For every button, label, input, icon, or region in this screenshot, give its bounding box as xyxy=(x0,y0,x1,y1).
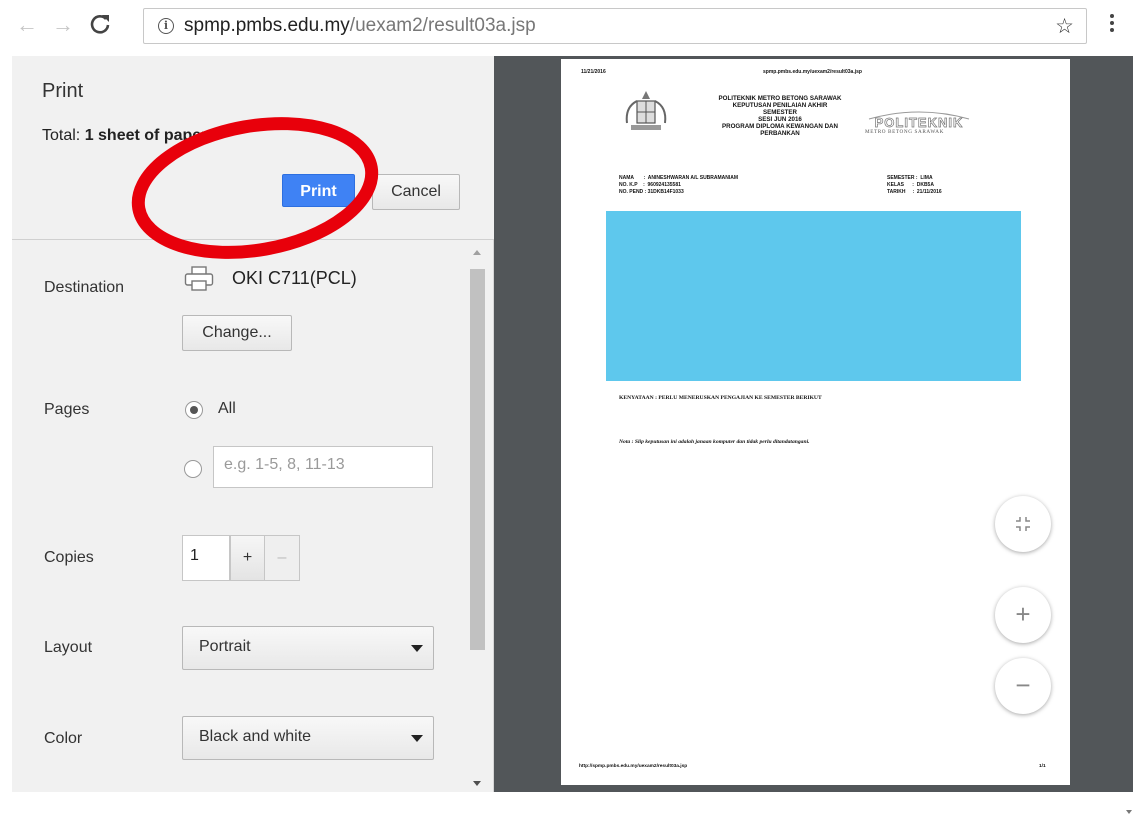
copies-input[interactable]: 1 xyxy=(182,535,230,581)
page-header-url: spmp.pmbs.edu.my/uexam2/result03a.jsp xyxy=(763,69,862,75)
logo-subtext: METRO BETONG SARAWAK xyxy=(865,129,944,135)
student-details-right: SEMESTER : LIMA KELAS : DKB5A TARIKH : 2… xyxy=(887,175,942,195)
scroll-up-arrow-icon[interactable] xyxy=(473,250,481,255)
cancel-button[interactable]: Cancel xyxy=(372,174,460,210)
page-scroll-down-icon[interactable] xyxy=(1126,810,1132,814)
redacted-results-box xyxy=(606,211,1021,381)
copies-increment-button[interactable]: + xyxy=(230,535,265,581)
url-host: spmp.pmbs.edu.my xyxy=(184,15,350,36)
reload-icon[interactable] xyxy=(86,10,114,38)
preview-page: 11/21/2016 spmp.pmbs.edu.my/uexam2/resul… xyxy=(561,59,1070,785)
computer-generated-note: Nota : Slip keputusan ini adalah janaan … xyxy=(619,439,810,445)
bookmark-star-icon[interactable]: ☆ xyxy=(1055,14,1074,39)
destination-label: Destination xyxy=(44,279,125,296)
print-preview-area: 11/21/2016 spmp.pmbs.edu.my/uexam2/resul… xyxy=(494,56,1133,792)
menu-kebab-icon[interactable] xyxy=(1109,14,1115,36)
page-footer-url: http://spmp.pmbs.edu.my/uexam2/result03a… xyxy=(579,764,688,769)
back-arrow-icon[interactable]: ← xyxy=(16,14,38,36)
zoom-in-button[interactable]: + xyxy=(995,587,1051,643)
color-select[interactable]: Black and white xyxy=(182,716,434,760)
color-select-value: Black and white xyxy=(199,728,312,745)
coat-of-arms-icon xyxy=(625,91,667,130)
settings-scrollbar[interactable] xyxy=(467,244,488,792)
sheet-count-value: 1 sheet of paper xyxy=(84,127,208,144)
forward-arrow-icon[interactable]: → xyxy=(52,14,74,36)
url-path: /uexam2/result03a.jsp xyxy=(349,15,536,36)
sheet-count: Total: 1 sheet of paper xyxy=(42,127,207,145)
dropdown-arrow-icon xyxy=(411,645,423,652)
scroll-down-arrow-icon[interactable] xyxy=(473,781,481,786)
layout-select-value: Portrait xyxy=(199,638,251,655)
change-destination-button[interactable]: Change... xyxy=(182,315,292,351)
dropdown-arrow-icon xyxy=(411,735,423,742)
print-title: Print xyxy=(42,80,84,102)
zoom-out-button[interactable]: − xyxy=(995,658,1051,714)
pages-all-radio[interactable] xyxy=(185,401,203,419)
institution-heading-text: POLITEKNIK METRO BETONG SARAWAK KEPUTUSA… xyxy=(718,95,842,137)
destination-printer-name: OKI C711(PCL) xyxy=(232,268,357,288)
layout-label: Layout xyxy=(44,639,93,656)
color-label: Color xyxy=(44,730,83,747)
info-icon[interactable]: i xyxy=(158,18,174,34)
pages-range-input[interactable]: e.g. 1-5, 8, 11-13 xyxy=(213,446,433,488)
address-bar[interactable]: i spmp.pmbs.edu.my/uexam2/result03a.jsp … xyxy=(143,8,1087,44)
status-statement: KENYATAAN : PERLU MENERUSKAN PENGAJIAN K… xyxy=(619,395,822,401)
logo-wordmark: POLITEKNIK xyxy=(875,115,964,130)
fit-to-page-button[interactable] xyxy=(995,496,1051,552)
pages-all-label[interactable]: All xyxy=(218,400,236,418)
scrollbar-thumb[interactable] xyxy=(470,269,485,650)
fit-to-page-icon xyxy=(1016,517,1030,531)
copies-label: Copies xyxy=(44,549,94,566)
institution-heading: POLITEKNIK METRO BETONG SARAWAK KEPUTUSA… xyxy=(705,95,855,137)
pages-custom-radio[interactable] xyxy=(184,460,202,478)
layout-select[interactable]: Portrait xyxy=(182,626,434,670)
sheet-count-prefix: Total: xyxy=(42,127,85,144)
printer-icon xyxy=(184,266,214,291)
url-text[interactable]: spmp.pmbs.edu.my/uexam2/result03a.jsp xyxy=(184,15,536,37)
student-details-left: NAMA : ANINESHWARAN A/L SUBRAMANIAM NO. … xyxy=(619,175,739,195)
pages-label: Pages xyxy=(44,401,90,418)
print-button[interactable]: Print xyxy=(282,174,355,207)
browser-toolbar: ← → i spmp.pmbs.edu.my/uexam2/result03a.… xyxy=(0,0,1133,56)
print-settings-panel: Print Total: 1 sheet of paper Print Canc… xyxy=(12,56,494,792)
print-header: Print Total: 1 sheet of paper Print Canc… xyxy=(12,56,494,240)
page-header-date: 11/21/2016 xyxy=(581,69,606,75)
page-footer-number: 1/1 xyxy=(1039,764,1046,769)
copies-decrement-button[interactable]: – xyxy=(265,535,300,581)
